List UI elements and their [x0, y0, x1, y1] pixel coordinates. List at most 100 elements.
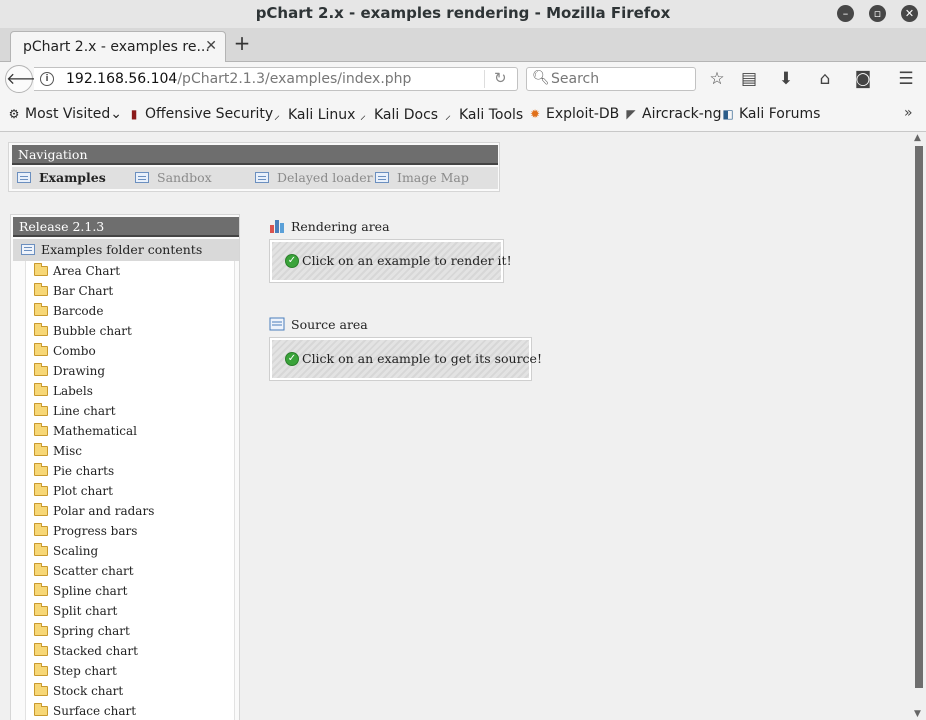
kali-forums-icon: ◧ [722, 107, 734, 121]
check-circle-icon: ✓ [285, 254, 299, 268]
folder-barcode[interactable]: Barcode [34, 301, 103, 321]
examples-folder-header[interactable]: Examples folder contents [13, 239, 239, 261]
window-icon [375, 172, 389, 183]
folder-labels[interactable]: Labels [34, 381, 93, 401]
reading-list-icon[interactable]: ▤ [739, 69, 759, 89]
rendering-area-label: Rendering area [291, 219, 390, 234]
folder-icon [34, 643, 48, 656]
folder-surface-chart[interactable]: Surface chart [34, 701, 136, 720]
search-icon: 🔍︎ [532, 70, 550, 86]
pocket-icon[interactable]: ◙ [853, 69, 873, 89]
folder-misc[interactable]: Misc [34, 441, 82, 461]
rendering-area-title: Rendering area [270, 219, 390, 234]
folder-spline-chart[interactable]: Spline chart [34, 581, 127, 601]
nav-item-label: Examples [39, 170, 106, 185]
maximize-button[interactable]: ▫ [869, 5, 886, 22]
folder-label: Stock chart [53, 684, 124, 698]
nav-item-label: Sandbox [157, 170, 212, 185]
bookmark-kali-tools[interactable]: ⸝ Kali Tools [441, 106, 523, 123]
nav-item-sandbox[interactable]: Sandbox [135, 170, 212, 185]
folder-icon [34, 663, 48, 676]
folder-bar-chart[interactable]: Bar Chart [34, 281, 113, 301]
folder-progress-bars[interactable]: Progress bars [34, 521, 137, 541]
url-bar[interactable]: i 192.168.56.104/pChart2.1.3/examples/in… [34, 67, 518, 91]
source-area-box: ✓ Click on an example to get its source! [269, 337, 542, 381]
minimize-button[interactable]: – [837, 5, 854, 22]
folder-label: Progress bars [53, 524, 138, 538]
rendering-area-box: ✓ Click on an example to render it! [269, 239, 512, 283]
nav-item-image-map[interactable]: Image Map [375, 170, 469, 185]
folder-label: Stacked chart [53, 644, 138, 658]
folder-drawing[interactable]: Drawing [34, 361, 105, 381]
source-area-label: Source area [291, 317, 368, 332]
folder-scaling[interactable]: Scaling [34, 541, 98, 561]
tab-label: pChart 2.x - examples re... [23, 39, 210, 55]
bookmark-exploit-db[interactable]: ✹ Exploit-DB [528, 106, 619, 122]
folder-stacked-chart[interactable]: Stacked chart [34, 641, 138, 661]
folder-label: Mathematical [53, 424, 137, 438]
folder-step-chart[interactable]: Step chart [34, 661, 117, 681]
folder-label: Plot chart [53, 484, 113, 498]
close-window-button[interactable]: ✕ [901, 5, 918, 22]
folder-pie-charts[interactable]: Pie charts [34, 461, 114, 481]
folder-scatter-chart[interactable]: Scatter chart [34, 561, 134, 581]
bookmark-label: Kali Linux [288, 107, 356, 123]
bookmark-aircrack-ng[interactable]: ◤ Aircrack-ng [624, 106, 721, 122]
bookmark-kali-forums[interactable]: ◧ Kali Forums [721, 106, 820, 122]
bookmark-most-visited[interactable]: ⚙ Most Visited⌄ [7, 106, 122, 122]
back-button[interactable]: 🡐 [5, 65, 49, 93]
search-input[interactable]: 🔍︎ Search [526, 67, 696, 91]
bookmark-label: Exploit-DB [546, 106, 620, 122]
url-host: 192.168.56.104 [66, 71, 178, 87]
folder-icon [34, 283, 48, 296]
folder-label: Split chart [53, 604, 118, 618]
folder-bubble-chart[interactable]: Bubble chart [34, 321, 132, 341]
folder-icon [34, 303, 48, 316]
menu-icon[interactable]: ☰ [896, 69, 916, 89]
scroll-down-arrow-icon[interactable]: ▼ [914, 709, 921, 719]
folder-line-chart[interactable]: Line chart [34, 401, 116, 421]
page-scrollbar[interactable]: ▲ ▼ [912, 132, 926, 720]
kali-dragon-icon: ⸝ [273, 108, 280, 122]
folder-polar-and-radars[interactable]: Polar and radars [34, 501, 154, 521]
bookmark-offensive-security[interactable]: ▮ Offensive Security [127, 106, 274, 122]
home-icon[interactable]: ⌂ [815, 69, 835, 89]
folder-mathematical[interactable]: Mathematical [34, 421, 137, 441]
bookmark-kali-linux[interactable]: ⸝ Kali Linux [270, 106, 355, 123]
folder-label: Labels [53, 384, 93, 398]
rendering-area-message: Click on an example to render it! [302, 253, 512, 268]
tab-close-icon[interactable]: ✕ [205, 38, 217, 54]
folder-label: Barcode [53, 304, 104, 318]
folder-label: Misc [53, 444, 83, 458]
nav-item-delayed-loader[interactable]: Delayed loader [255, 170, 373, 185]
folder-plot-chart[interactable]: Plot chart [34, 481, 113, 501]
browser-tab[interactable]: pChart 2.x - examples re... ✕ [10, 31, 226, 62]
folder-spring-chart[interactable]: Spring chart [34, 621, 130, 641]
url-text[interactable]: 192.168.56.104/pChart2.1.3/examples/inde… [66, 71, 411, 87]
folder-icon [34, 403, 48, 416]
nav-item-label: Image Map [397, 170, 469, 185]
folder-split-chart[interactable]: Split chart [34, 601, 117, 621]
new-tab-button[interactable]: + [232, 32, 252, 56]
bookmark-kali-docs[interactable]: ⸝ Kali Docs [356, 106, 438, 123]
site-info-icon[interactable]: i [40, 72, 54, 86]
folder-icon [34, 343, 48, 356]
downloads-icon[interactable]: ⬇ [776, 69, 796, 89]
folder-area-chart[interactable]: Area Chart [34, 261, 120, 281]
window-titlebar: pChart 2.x - examples rendering - Mozill… [0, 0, 926, 28]
grid-icon [17, 172, 31, 183]
scrollbar-thumb[interactable] [915, 146, 923, 688]
folder-icon [34, 543, 48, 556]
folder-combo[interactable]: Combo [34, 341, 96, 361]
bookmark-star-icon[interactable]: ☆ [707, 69, 727, 89]
folder-icon [34, 423, 48, 436]
release-panel: Release 2.1.3 Examples folder contents A… [10, 214, 240, 720]
nav-item-examples[interactable]: Examples [17, 170, 106, 185]
search-placeholder: Search [551, 71, 600, 87]
scroll-up-arrow-icon[interactable]: ▲ [914, 133, 921, 143]
reload-icon[interactable]: ↻ [494, 69, 507, 87]
folder-icon [34, 483, 48, 496]
bookmarks-toolbar: ⚙ Most Visited⌄ ▮ Offensive Security ⸝ Kali… [0, 96, 926, 132]
bookmarks-overflow-icon[interactable]: » [904, 105, 913, 121]
folder-stock-chart[interactable]: Stock chart [34, 681, 123, 701]
